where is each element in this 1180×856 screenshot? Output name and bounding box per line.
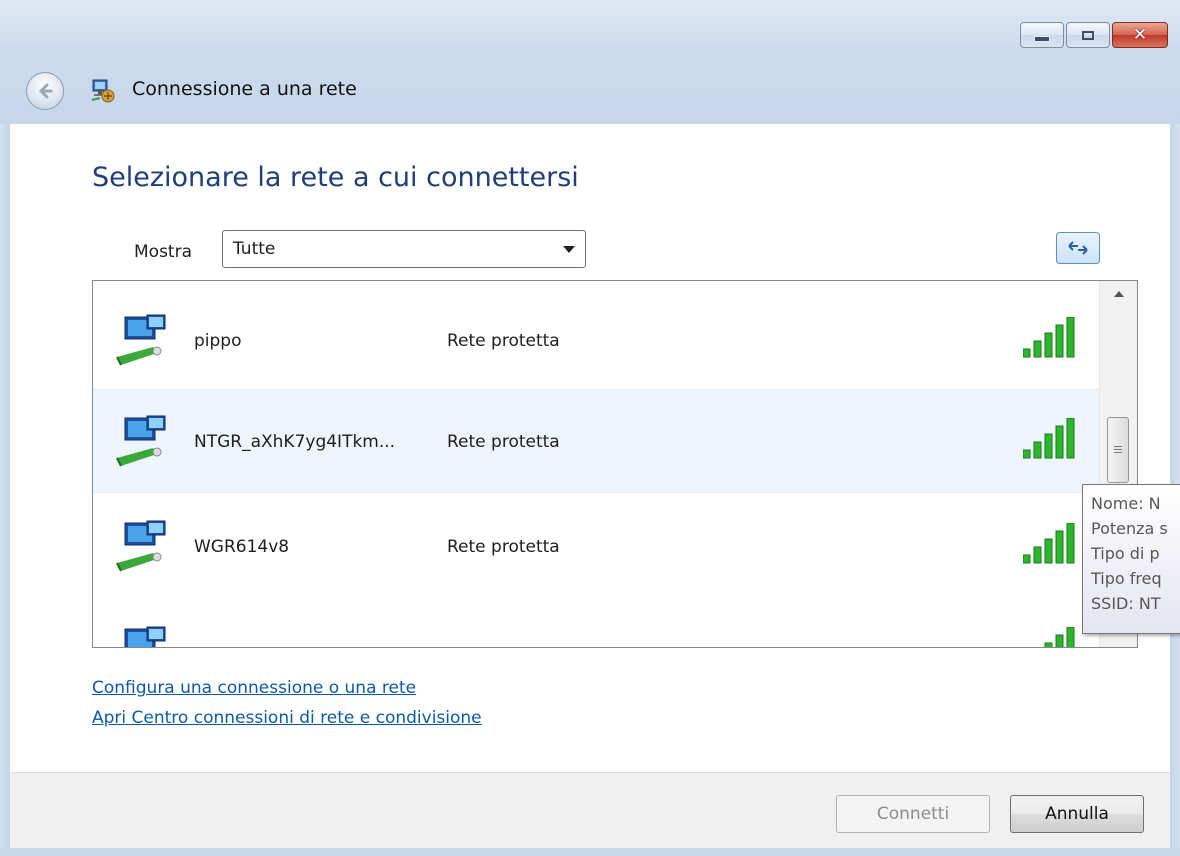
network-row-wgr614v8[interactable]: WGR614v8 Rete protetta	[93, 495, 1099, 599]
maximize-button[interactable]	[1066, 22, 1110, 48]
network-security: Rete protetta	[447, 537, 560, 557]
tooltip-line: SSID: NT	[1091, 594, 1161, 613]
signal-strength-icon	[1023, 317, 1075, 358]
window-title: Connessione a una rete	[132, 78, 357, 100]
content-area: Selezionare la rete a cui connettersi Mo…	[10, 124, 1170, 772]
show-filter-value: Tutte	[233, 239, 276, 259]
dropdown-arrow-icon	[563, 246, 575, 253]
refresh-icon	[1068, 241, 1088, 255]
network-row-partial[interactable]	[93, 599, 1099, 647]
network-security: Rete protetta	[447, 432, 560, 452]
wireless-network-icon	[116, 314, 166, 366]
tooltip-line: Tipo di p	[1091, 544, 1160, 563]
signal-strength-icon	[1023, 418, 1075, 459]
network-row-ntgr[interactable]: NTGR_aXhK7yg4ITkm... Rete protetta	[93, 389, 1099, 493]
network-tooltip: Nome: N Potenza s Tipo di p Tipo freq SS…	[1082, 484, 1180, 634]
refresh-button[interactable]	[1056, 232, 1100, 264]
tooltip-line: Tipo freq	[1091, 569, 1162, 588]
show-label: Mostra	[134, 242, 192, 262]
title-bar: ✕ Connessione a una rete	[0, 0, 1180, 124]
wireless-network-icon	[116, 520, 166, 572]
network-security: Rete protetta	[447, 331, 560, 351]
window-border-bottom	[0, 848, 1180, 856]
window-border-left	[0, 124, 10, 856]
signal-strength-icon	[1023, 523, 1075, 564]
back-button[interactable]	[26, 72, 64, 110]
back-arrow-icon	[39, 83, 53, 99]
network-name: pippo	[194, 331, 242, 351]
tooltip-line: Nome: N	[1091, 494, 1161, 513]
scroll-up-arrow-icon[interactable]	[1114, 291, 1124, 297]
caption-buttons: ✕	[1020, 22, 1168, 48]
network-list: pippo Rete protetta NTGR_aXhK7yg4ITkm...…	[92, 280, 1138, 648]
close-button[interactable]: ✕	[1112, 22, 1168, 48]
network-connection-icon	[91, 79, 115, 103]
grip-line	[1114, 449, 1122, 450]
dialog-footer: Connetti Annulla	[10, 772, 1170, 848]
connect-button[interactable]: Connetti	[836, 795, 990, 833]
network-center-link[interactable]: Apri Centro connessioni di rete e condiv…	[92, 708, 482, 728]
signal-strength-icon	[1044, 627, 1075, 647]
cancel-button[interactable]: Annulla	[1010, 795, 1144, 833]
setup-connection-link[interactable]: Configura una connessione o una rete	[92, 678, 416, 698]
page-heading: Selezionare la rete a cui connettersi	[92, 162, 579, 193]
show-filter-dropdown[interactable]: Tutte	[222, 230, 586, 268]
close-icon: ✕	[1132, 24, 1148, 45]
network-name: WGR614v8	[194, 537, 290, 557]
network-name: NTGR_aXhK7yg4ITkm...	[194, 432, 396, 452]
minimize-icon	[1034, 36, 1050, 42]
network-row-pippo[interactable]: pippo Rete protetta	[93, 289, 1099, 393]
grip-line	[1114, 452, 1122, 453]
minimize-button[interactable]	[1020, 22, 1064, 48]
wireless-network-icon	[124, 626, 166, 647]
tooltip-line: Potenza s	[1091, 519, 1168, 538]
grip-line	[1114, 446, 1122, 447]
maximize-icon	[1082, 30, 1094, 40]
wireless-network-icon	[116, 415, 166, 467]
scroll-thumb[interactable]	[1107, 417, 1129, 483]
